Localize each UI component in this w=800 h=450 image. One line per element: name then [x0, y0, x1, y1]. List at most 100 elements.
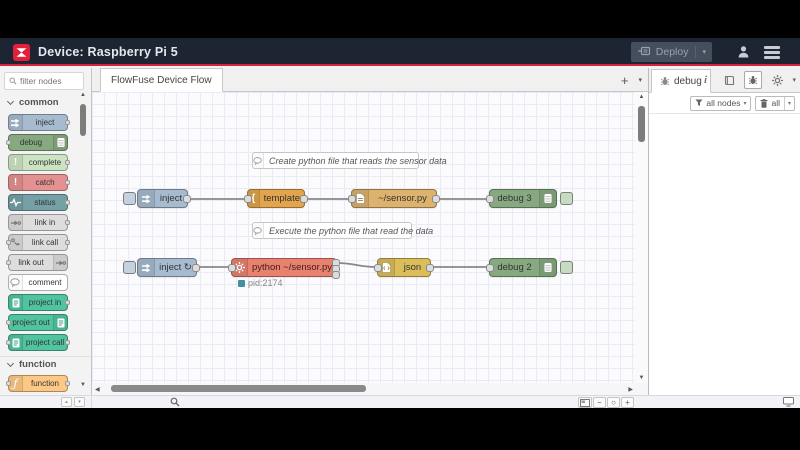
canvas-area: FlowFuse Device Flow + ▾ Create python f… — [92, 68, 648, 395]
collapse-categories-button[interactable]: ▴ — [61, 397, 72, 407]
inject-icon — [138, 190, 155, 207]
node-debug-2[interactable]: debug 2 — [486, 258, 557, 277]
scroll-down-icon[interactable]: ▼ — [79, 382, 87, 388]
sidebar-tab-bar: debug i ▾ — [649, 68, 800, 93]
scroll-left-icon[interactable]: ◀ — [92, 386, 103, 393]
node-template[interactable]: { template — [244, 189, 308, 208]
bug-icon — [660, 77, 670, 86]
palette-node-status[interactable]: status — [8, 194, 70, 211]
input-port[interactable] — [486, 263, 494, 272]
sidebar-tabs-caret[interactable]: ▾ — [792, 76, 796, 84]
output-port — [65, 300, 70, 305]
output-port[interactable] — [183, 194, 191, 203]
node-red-editor: Device: Raspberry Pi 5 Deploy ▾ filter n… — [0, 38, 800, 408]
comment-node-create-python[interactable]: Create python file that reads the sensor… — [252, 152, 447, 169]
scrollbar-thumb[interactable] — [110, 385, 366, 392]
palette-node-debug[interactable]: debug — [6, 134, 68, 151]
input-port — [6, 340, 11, 345]
tab-flowfuse-device-flow[interactable]: FlowFuse Device Flow — [100, 68, 223, 92]
funnel-icon — [695, 99, 703, 107]
palette-node-project-in[interactable]: project in — [8, 294, 70, 311]
debug-icon — [53, 135, 67, 150]
expand-categories-button[interactable]: ▾ — [74, 397, 85, 407]
inject-trigger-button[interactable] — [123, 261, 136, 274]
node-inject-repeat[interactable]: inject ↻ — [137, 258, 200, 277]
vertical-scrollbar[interactable]: ▲ ▼ — [635, 92, 648, 383]
input-port[interactable] — [244, 194, 252, 203]
scroll-up-icon[interactable]: ▲ — [79, 92, 87, 98]
palette-scrollbar[interactable]: ▲ ▼ — [79, 92, 87, 388]
trash-icon — [760, 98, 768, 108]
palette-node-link-call[interactable]: link call — [6, 234, 70, 251]
zoom-reset-button[interactable]: ○ — [607, 397, 620, 408]
help-tab-icon[interactable] — [720, 71, 738, 89]
search-input[interactable] — [20, 76, 80, 86]
debug-icon — [539, 259, 556, 276]
palette-node-link-out[interactable]: link out — [6, 254, 68, 271]
user-icon[interactable] — [737, 45, 750, 63]
footer: ▴ ▾ − ○ + — [0, 395, 800, 408]
output-port[interactable] — [432, 194, 440, 203]
node-debug-3[interactable]: debug 3 — [486, 189, 557, 208]
output-port — [65, 160, 70, 165]
inject-trigger-button[interactable] — [123, 192, 136, 205]
palette-node-link-in[interactable]: link in — [8, 214, 70, 231]
deploy-options-caret[interactable]: ▾ — [695, 46, 712, 58]
node-file-sensor-py[interactable]: ~/sensor.py — [348, 189, 440, 208]
navigator-toggle-button[interactable] — [578, 397, 592, 408]
horizontal-scrollbar[interactable]: ◀ ▶ — [92, 383, 648, 395]
output-port-3[interactable] — [332, 271, 340, 279]
clear-options-caret[interactable]: ▾ — [783, 96, 794, 110]
scrollbar-thumb[interactable] — [80, 104, 86, 136]
link-out-icon — [53, 255, 67, 270]
flow-list-caret[interactable]: ▾ — [638, 76, 642, 84]
node-exec-python[interactable]: python ~/sensor.py — [228, 258, 340, 279]
comment-node-execute-python[interactable]: Execute the python file that read the da… — [252, 222, 433, 239]
node-json[interactable]: json — [374, 258, 434, 277]
palette-node-complete[interactable]: ! complete — [8, 154, 70, 171]
input-port[interactable] — [486, 194, 494, 203]
node-status: pid:2174 — [238, 278, 283, 288]
filter-nodes-button[interactable]: all nodes ▾ — [690, 95, 752, 111]
debug-toggle-button[interactable] — [560, 261, 573, 274]
input-port[interactable] — [348, 194, 356, 203]
palette-node-project-call[interactable]: project call — [6, 334, 70, 351]
palette: common inject debug ! complete — [0, 68, 92, 395]
palette-node-comment[interactable]: comment — [8, 274, 68, 291]
comment-icon — [253, 223, 264, 238]
palette-footer: ▴ ▾ — [0, 396, 92, 408]
info-tab-icon[interactable]: i — [696, 71, 714, 89]
input-port — [6, 320, 11, 325]
letterbox-bottom — [0, 408, 800, 450]
debug-messages-panel[interactable] — [649, 114, 800, 382]
add-flow-button[interactable]: + — [621, 73, 629, 88]
palette-node-project-out[interactable]: project out — [6, 314, 68, 331]
palette-node-catch[interactable]: ! catch — [8, 174, 70, 191]
scrollbar-track[interactable] — [103, 383, 624, 395]
output-port — [65, 381, 70, 386]
input-port[interactable] — [228, 263, 236, 272]
output-port[interactable] — [426, 263, 434, 272]
zoom-out-button[interactable]: − — [593, 397, 606, 408]
scroll-up-icon[interactable]: ▲ — [635, 94, 648, 100]
palette-node-inject[interactable]: inject — [8, 114, 70, 131]
main-menu-icon[interactable] — [764, 46, 780, 61]
zoom-in-button[interactable]: + — [621, 397, 634, 408]
config-tab-icon[interactable] — [768, 71, 786, 89]
workspace[interactable]: Create python file that reads the sensor… — [92, 92, 648, 383]
deploy-button[interactable]: Deploy ▾ — [630, 42, 712, 62]
link-call-icon — [9, 235, 23, 250]
scroll-right-icon[interactable]: ▶ — [625, 386, 636, 393]
palette-search[interactable] — [4, 72, 84, 90]
debug-tab-icon[interactable] — [744, 71, 763, 89]
clear-messages-button[interactable]: all ▾ — [755, 95, 795, 111]
scroll-down-icon[interactable]: ▼ — [635, 375, 648, 381]
debug-icon — [539, 190, 556, 207]
node-inject-1[interactable]: inject — [137, 189, 191, 208]
palette-node-function[interactable]: ƒ function — [6, 375, 70, 392]
scrollbar-thumb[interactable] — [638, 106, 645, 142]
debug-toggle-button[interactable] — [560, 192, 573, 205]
input-port[interactable] — [374, 263, 382, 272]
output-port[interactable] — [192, 263, 200, 272]
output-port[interactable] — [300, 194, 308, 203]
